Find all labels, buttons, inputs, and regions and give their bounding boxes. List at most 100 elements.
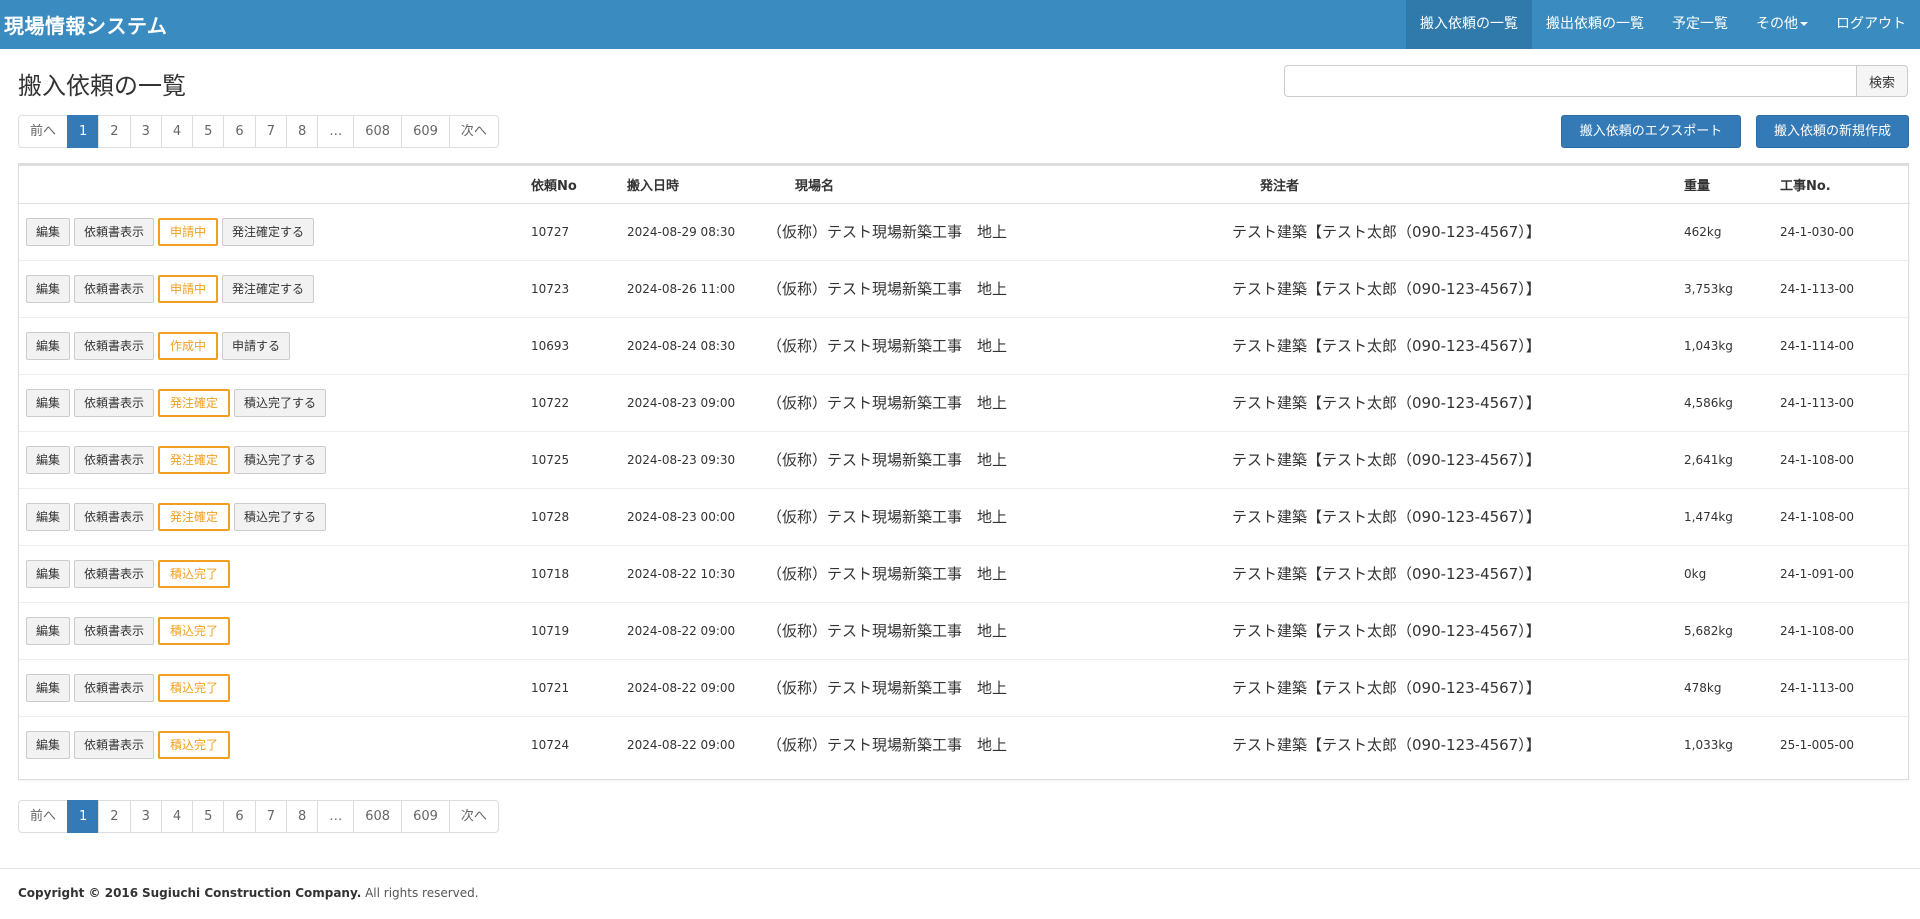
status-badge[interactable]: 申請中	[158, 217, 219, 246]
cell-orderer: テスト建築【テスト太郎（090-123-4567）】	[1228, 373, 1680, 431]
pagination-page[interactable]: 2	[98, 115, 131, 148]
status-badge[interactable]: 発注確定	[158, 388, 231, 417]
pagination-page[interactable]: 7	[254, 115, 287, 148]
status-badge[interactable]: 積込完了	[158, 673, 231, 702]
pagination-page[interactable]: 608	[353, 115, 403, 148]
pagination-page[interactable]: 609	[401, 115, 450, 148]
status-badge[interactable]: 積込完了	[158, 559, 231, 588]
cell-datetime: 2024-08-22 09:00	[623, 715, 763, 773]
status-badge[interactable]: 積込完了	[158, 730, 231, 759]
cell-request-no: 10725	[527, 430, 623, 488]
pagination-next[interactable]: 次へ	[448, 115, 499, 148]
cell-work-no: 24-1-113-00	[1776, 658, 1910, 716]
export-button[interactable]: 搬入依頼のエクスポート	[1561, 115, 1741, 148]
edit-button[interactable]: 編集	[26, 673, 71, 702]
pagination-page[interactable]: 608	[353, 800, 403, 833]
pagination-page[interactable]: 6	[223, 115, 256, 148]
nav-item-schedule[interactable]: 予定一覧	[1658, 0, 1742, 49]
table-row: 編集 依頼書表示 発注確定 積込完了する 10722 2024-08-23 09:00 （仮…	[19, 373, 1910, 431]
status-badge[interactable]: 作成中	[158, 331, 219, 360]
table-row: 編集 依頼書表示 申請中 発注確定する 10727 2024-08-29 08:30 （仮称…	[19, 203, 1910, 260]
footer-divider	[0, 868, 1920, 869]
view-request-button[interactable]: 依頼書表示	[74, 502, 155, 531]
cell-work-no: 24-1-030-00	[1780, 224, 1855, 239]
view-request-button[interactable]: 依頼書表示	[74, 331, 155, 360]
cell-weight: 4,586kg	[1680, 373, 1776, 431]
view-request-button[interactable]: 依頼書表示	[74, 445, 155, 474]
edit-button[interactable]: 編集	[26, 331, 71, 360]
edit-button[interactable]: 編集	[26, 502, 71, 531]
status-badge[interactable]: 申請中	[158, 274, 219, 303]
cell-datetime: 2024-08-22 10:30	[623, 544, 763, 602]
view-request-button[interactable]: 依頼書表示	[74, 730, 155, 759]
row-action-button[interactable]: 積込完了する	[234, 502, 327, 531]
cell-site: （仮称）テスト現場新築工事 地上	[763, 430, 1228, 488]
search-input[interactable]	[1284, 65, 1856, 97]
row-action-button[interactable]: 発注確定する	[222, 274, 315, 303]
pagination-page[interactable]: 6	[223, 800, 256, 833]
cell-orderer: テスト建築【テスト太郎（090-123-4567）】	[1228, 430, 1680, 488]
view-request-button[interactable]: 依頼書表示	[74, 673, 155, 702]
cell-request-no: 10721	[527, 658, 623, 716]
nav-item-other-dropdown[interactable]: その他	[1742, 0, 1822, 49]
row-action-button[interactable]: 申請する	[222, 331, 291, 360]
row-action-button[interactable]: 積込完了する	[234, 445, 327, 474]
view-request-button[interactable]: 依頼書表示	[74, 388, 155, 417]
nav-item-import-requests[interactable]: 搬入依頼の一覧	[1406, 0, 1532, 49]
view-request-button[interactable]: 依頼書表示	[74, 616, 155, 645]
cell-site: （仮称）テスト現場新築工事 地上	[763, 658, 1228, 716]
nav-item-export-requests[interactable]: 搬出依頼の一覧	[1532, 0, 1658, 49]
pagination-page[interactable]: 3	[129, 115, 162, 148]
cell-site: （仮称）テスト現場新築工事 地上	[763, 373, 1228, 431]
pagination-prev[interactable]: 前へ	[18, 800, 69, 833]
cell-work-no: 24-1-113-00	[1776, 259, 1910, 317]
cell-actions: 編集 依頼書表示 積込完了	[19, 544, 527, 602]
status-badge[interactable]: 発注確定	[158, 502, 231, 531]
column-header-weight: 重量	[1680, 166, 1776, 204]
row-action-button[interactable]: 発注確定する	[222, 217, 315, 246]
search-button[interactable]: 検索	[1856, 65, 1908, 97]
column-header-actions	[19, 166, 527, 204]
edit-button[interactable]: 編集	[26, 730, 71, 759]
new-request-button[interactable]: 搬入依頼の新規作成	[1756, 115, 1909, 148]
table-row: 編集 依頼書表示 積込完了 10721 2024-08-22 09:00 （仮称）テスト現…	[19, 658, 1910, 716]
table-header-row: 依頼No 搬入日時 現場名 発注者 重量 工事No.	[19, 166, 1910, 204]
view-request-button[interactable]: 依頼書表示	[74, 217, 155, 246]
cell-orderer: テスト建築【テスト太郎（090-123-4567）】	[1228, 601, 1680, 659]
pagination-page[interactable]: 7	[254, 800, 287, 833]
edit-button[interactable]: 編集	[26, 559, 71, 588]
pagination-page[interactable]: 3	[129, 800, 162, 833]
status-badge[interactable]: 積込完了	[158, 616, 231, 645]
view-request-button[interactable]: 依頼書表示	[74, 274, 155, 303]
pagination-page[interactable]: 8	[285, 800, 319, 833]
pagination-page[interactable]: 5	[192, 115, 225, 148]
pagination-page[interactable]: 8	[285, 115, 319, 148]
nav-item-logout[interactable]: ログアウト	[1822, 0, 1920, 49]
pagination-page[interactable]: 2	[98, 800, 131, 833]
pagination-page[interactable]: 1	[67, 800, 100, 833]
row-action-button[interactable]: 積込完了する	[234, 388, 327, 417]
pagination-prev[interactable]: 前へ	[18, 115, 69, 148]
pagination-next[interactable]: 次へ	[448, 800, 499, 833]
cell-actions: 編集 依頼書表示 積込完了	[19, 658, 527, 716]
status-badge[interactable]: 発注確定	[158, 445, 231, 474]
pagination-page[interactable]: 4	[160, 115, 194, 148]
pagination-page[interactable]: 609	[401, 800, 450, 833]
view-request-button[interactable]: 依頼書表示	[74, 559, 155, 588]
pagination-page[interactable]: 1	[67, 115, 100, 148]
column-header-request-no: 依頼No	[527, 166, 623, 204]
navbar: 現場情報システム 搬入依頼の一覧 搬出依頼の一覧 予定一覧 その他 ログアウト	[0, 0, 1920, 49]
edit-button[interactable]: 編集	[26, 217, 71, 246]
pagination-page[interactable]: 4	[160, 800, 194, 833]
edit-button[interactable]: 編集	[26, 445, 71, 474]
pagination-page[interactable]: 5	[192, 800, 225, 833]
edit-button[interactable]: 編集	[26, 274, 71, 303]
footer-copyright: Copyright © 2016	[18, 886, 139, 900]
cell-request-no: 10719	[527, 601, 623, 659]
cell-datetime: 2024-08-23 09:00	[623, 373, 763, 431]
brand-title[interactable]: 現場情報システム	[0, 10, 167, 39]
nav-menu: 搬入依頼の一覧 搬出依頼の一覧 予定一覧 その他 ログアウト	[1406, 0, 1920, 49]
edit-button[interactable]: 編集	[26, 388, 71, 417]
cell-actions: 編集 依頼書表示 積込完了	[19, 715, 527, 773]
edit-button[interactable]: 編集	[26, 616, 71, 645]
